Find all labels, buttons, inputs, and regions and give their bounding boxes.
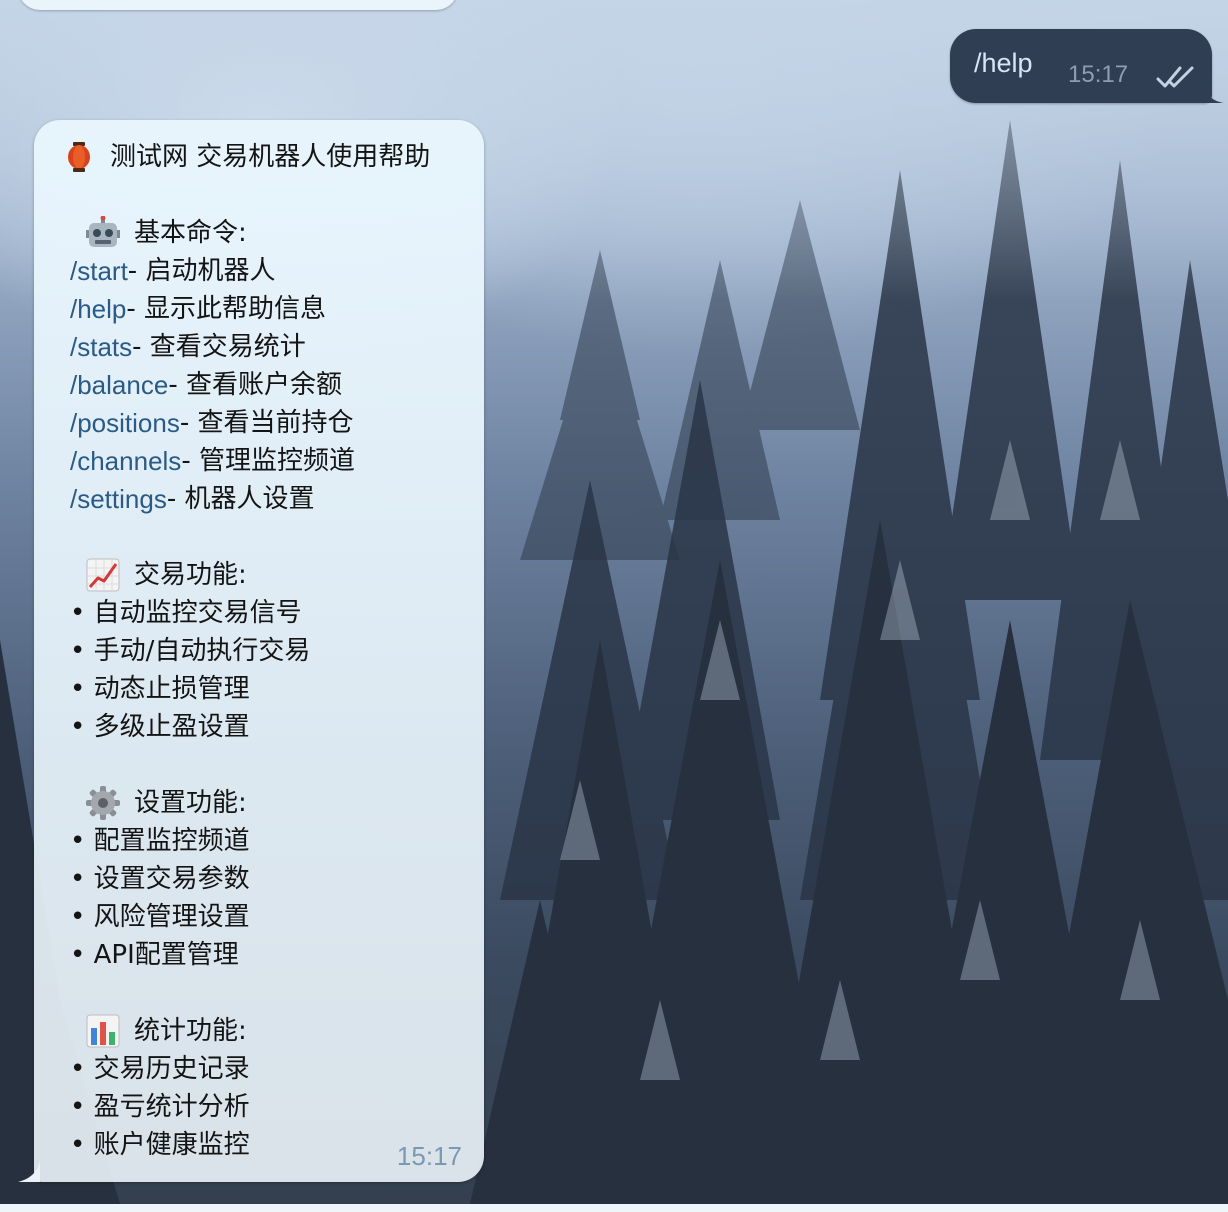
- section-heading-text: 基本命令:: [134, 218, 247, 248]
- help-message-body: 测试网 交易机器人使用帮助 基本命令: /start - 启动机器人 /help…: [68, 138, 468, 1164]
- lantern-icon: [62, 140, 96, 174]
- command-line: /start - 启动机器人: [70, 252, 468, 290]
- command-description: - 查看交易统计: [132, 332, 306, 362]
- command-link-settings[interactable]: /settings: [70, 480, 167, 518]
- incoming-message-time: 15:17: [396, 1141, 462, 1171]
- feature-item: • 自动监控交易信号: [70, 598, 302, 628]
- command-description: - 管理监控频道: [181, 446, 355, 476]
- command-line: /help - 显示此帮助信息: [70, 290, 468, 328]
- command-description: - 查看账户余额: [168, 370, 342, 400]
- feature-item: • 动态止损管理: [70, 674, 250, 704]
- gear-icon: [86, 786, 120, 820]
- section-heading-stats: 统计功能:: [86, 1012, 468, 1050]
- section-heading-text: 统计功能:: [134, 1016, 247, 1046]
- section-heading-text: 交易功能:: [134, 560, 247, 590]
- command-line: /balance - 查看账户余额: [70, 366, 468, 404]
- incoming-message-bubble[interactable]: 测试网 交易机器人使用帮助 基本命令: /start - 启动机器人 /help…: [34, 120, 484, 1182]
- command-line: /settings - 机器人设置: [70, 480, 468, 518]
- double-check-icon: [1156, 66, 1194, 88]
- outgoing-message-text: /help: [974, 48, 1033, 78]
- bottom-strip: [0, 1204, 1228, 1212]
- feature-item: • 设置交易参数: [70, 864, 250, 894]
- robot-icon: [86, 215, 120, 250]
- command-line: /positions - 查看当前持仓: [70, 404, 468, 442]
- command-line: /channels - 管理监控频道: [70, 442, 468, 480]
- command-link-positions[interactable]: /positions: [70, 404, 180, 442]
- previous-message-bubble[interactable]: [18, 0, 458, 10]
- command-link-channels[interactable]: /channels: [70, 442, 181, 480]
- outgoing-message-bubble[interactable]: /help 15:17: [950, 29, 1212, 103]
- command-description: - 显示此帮助信息: [126, 294, 327, 324]
- message-title-line: 测试网 交易机器人使用帮助: [68, 138, 468, 176]
- incoming-bubble-tail: [18, 1160, 40, 1182]
- feature-item: • API配置管理: [70, 940, 239, 970]
- command-link-stats[interactable]: /stats: [70, 328, 132, 366]
- command-link-start[interactable]: /start: [70, 252, 128, 290]
- section-heading-trading: 交易功能:: [86, 556, 468, 594]
- command-line: /stats - 查看交易统计: [70, 328, 468, 366]
- command-description: - 机器人设置: [166, 484, 315, 514]
- command-link-balance[interactable]: /balance: [70, 366, 168, 404]
- section-heading-text: 设置功能:: [134, 788, 247, 818]
- feature-item: • 盈亏统计分析: [70, 1092, 250, 1122]
- bar-chart-icon: [86, 1014, 120, 1048]
- command-description: - 查看当前持仓: [179, 408, 354, 438]
- feature-item: • 多级止盈设置: [70, 712, 250, 742]
- command-link-help[interactable]: /help: [70, 290, 126, 328]
- section-heading-basic: 基本命令:: [86, 214, 468, 252]
- feature-item: • 交易历史记录: [70, 1054, 250, 1084]
- command-description: - 启动机器人: [127, 256, 276, 286]
- outgoing-message-time: 15:17: [1068, 61, 1129, 88]
- section-heading-settings: 设置功能:: [86, 784, 468, 822]
- outgoing-bubble-tail: [1204, 83, 1224, 103]
- feature-item: • 风险管理设置: [70, 902, 250, 932]
- chart-increasing-icon: [86, 558, 120, 592]
- feature-item: • 手动/自动执行交易: [70, 636, 311, 666]
- message-title: 测试网 交易机器人使用帮助: [110, 142, 431, 172]
- feature-item: • 配置监控频道: [70, 826, 250, 856]
